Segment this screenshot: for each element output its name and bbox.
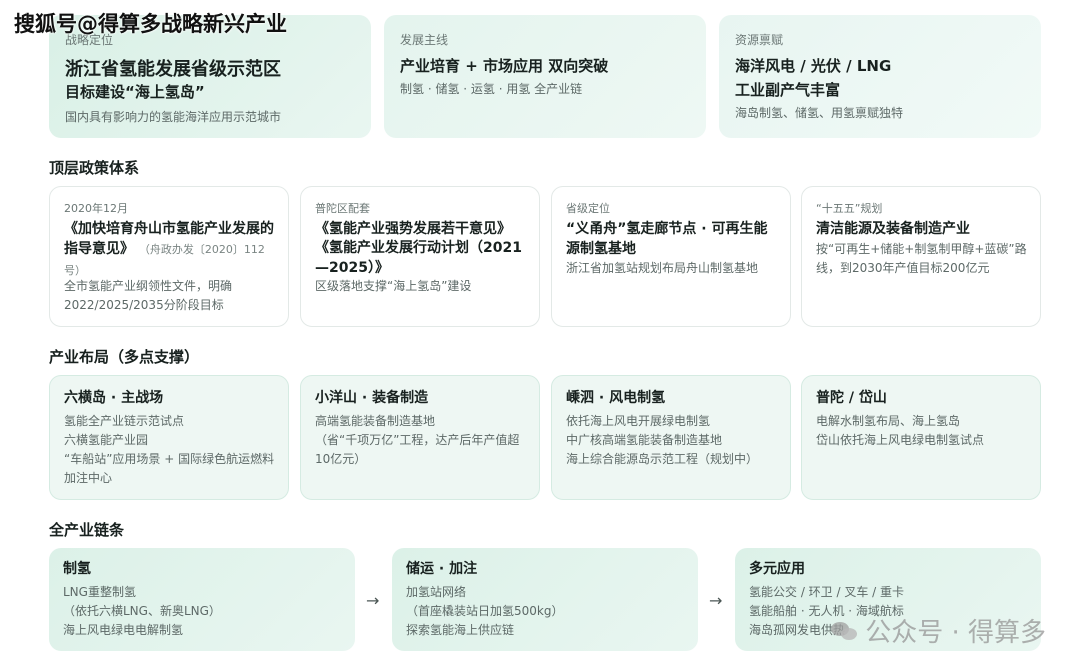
card-desc-1: 浙江省加氢站规划布局舟山制氢基地	[566, 261, 759, 275]
card-label: 资源禀赋	[735, 33, 784, 47]
card-line-1: 氢能公交 / 环卫 / 叉车 / 重卡	[749, 585, 905, 599]
card-title: 六横岛 · 主战场	[64, 390, 164, 406]
card-line-2: 六横氢能产业园	[64, 433, 149, 447]
policy-card-15th: “十五五”规划 清洁能源及装备制造产业 按“可再生+储能+制氢制甲醇+蓝碳”路 …	[801, 186, 1041, 327]
chain-card-storage: 储运 · 加注 加氢站网络 （首座橇装站日加氢500kg） 探索氢能海上供应链	[392, 548, 698, 651]
card-label: 省级定位	[566, 202, 610, 215]
card-title: 多元应用	[749, 561, 805, 577]
card-subtitle: 目标建设“海上氢岛”	[65, 83, 205, 101]
chain-card-production: 制氢 LNG重整制氢 （依托六横LNG、新奥LNG） 海上风电绿电电解制氢	[49, 548, 355, 651]
card-label: 普陀区配套	[315, 202, 370, 215]
card-line-2: 中广核高端氢能装备制造基地	[566, 433, 723, 447]
card-line-3: 海上风电绿电电解制氢	[63, 623, 184, 637]
card-line-4: 加注中心	[64, 471, 113, 485]
wechat-icon	[831, 620, 859, 642]
card-line-3: 探索氢能海上供应链	[406, 623, 515, 637]
card-line-1: 依托海上风电开展绿电制氢	[566, 414, 711, 428]
policy-card-putuo: 普陀区配套 《氢能产业强势发展若干意见》 《氢能产业发展行动计划（2021—20…	[300, 186, 540, 327]
card-title: 清洁能源及装备制造产业	[816, 221, 970, 237]
watermark-top: 搜狐号@得算多战略新兴产业	[14, 12, 287, 36]
layout-card-shengsi: 嵊泗 · 风电制氢 依托海上风电开展绿电制氢 中广核高端氢能装备制造基地 海上综…	[551, 375, 791, 500]
card-title: 海洋风电 / 光伏 / LNG	[735, 57, 892, 75]
section-heading-layout: 产业布局（多点支撑）	[49, 348, 200, 366]
policy-card-2020: 2020年12月 《加快培育舟山市氢能产业发展的指导意见》 （舟政办发〔2020…	[49, 186, 289, 327]
card-line-1: LNG重整制氢	[63, 585, 136, 599]
card-desc: 制氢 · 储氢 · 运氢 · 用氢 全产业链	[400, 82, 583, 96]
chain-arrow-2: →	[709, 591, 723, 610]
section-heading-policy: 顶层政策体系	[49, 159, 140, 177]
section-heading-chain: 全产业链条	[49, 521, 125, 539]
card-title-1: 《氢能产业强势发展若干意见》	[315, 221, 511, 237]
card-desc-2: 线，到2030年产值目标200亿元	[816, 261, 990, 275]
card-title: 《加快培育舟山市氢能产业发展的指导意见》 （舟政办发〔2020〕112号）	[64, 219, 278, 281]
card-title: 产业培育 + 市场应用 双向突破	[400, 57, 609, 75]
card-line-2: （首座橇装站日加氢500kg）	[406, 604, 564, 618]
chain-arrow-1: →	[366, 591, 380, 610]
card-title: 普陀 / 岱山	[816, 390, 887, 406]
policy-card-province: 省级定位 “义甬舟”氢走廊节点 · 可再生能源制氢基地 浙江省加氢站规划布局舟山…	[551, 186, 791, 327]
card-line-2: 岱山依托海上风电绿电制氢试点	[816, 433, 985, 447]
card-line-3: 10亿元）	[315, 452, 367, 466]
top-card-mainline: 发展主线 产业培育 + 市场应用 双向突破 制氢 · 储氢 · 运氢 · 用氢 …	[384, 15, 706, 138]
card-title: 嵊泗 · 风电制氢	[566, 390, 666, 406]
card-label: 发展主线	[400, 33, 449, 47]
card-line-1: 加氢站网络	[406, 585, 467, 599]
card-subtitle: 工业副产气丰富	[735, 81, 841, 99]
card-line-1: 氢能全产业链示范试点	[64, 414, 185, 428]
layout-card-xiaoyangshan: 小洋山 · 装备制造 高端氢能装备制造基地 （省“千项万亿”工程，达产后年产值超…	[300, 375, 540, 500]
card-line-1: 高端氢能装备制造基地	[315, 414, 436, 428]
card-line-1: 电解水制氢布局、海上氢岛	[816, 414, 961, 428]
card-title: 制氢	[63, 561, 91, 577]
card-label: “十五五”规划	[816, 202, 883, 215]
card-desc-1: 全市氢能产业纲领性文件，明确	[64, 279, 233, 293]
layout-card-putuo-daishan: 普陀 / 岱山 电解水制氢布局、海上氢岛 岱山依托海上风电绿电制氢试点	[801, 375, 1041, 500]
top-card-resources: 资源禀赋 海洋风电 / 光伏 / LNG 工业副产气丰富 海岛制氢、储氢、用氢禀…	[719, 15, 1041, 138]
card-title: “义甬舟”氢走廊节点 · 可再生能源制氢基地	[566, 221, 768, 257]
card-desc: 国内具有影响力的氢能海洋应用示范城市	[65, 110, 282, 124]
card-desc-1: 按“可再生+储能+制氢制甲醇+蓝碳”路	[816, 242, 1027, 256]
card-desc-2: 2022/2025/2035分阶段目标	[64, 298, 224, 312]
card-line-2: （依托六横LNG、新奥LNG）	[63, 604, 221, 618]
card-title: 储运 · 加注	[406, 561, 478, 577]
watermark-bottom: 公众号 · 得算多	[831, 612, 1046, 649]
watermark-bottom-text: 公众号 · 得算多	[865, 618, 1046, 648]
card-desc: 海岛制氢、储氢、用氢禀赋独特	[735, 106, 904, 120]
card-title: 浙江省氢能发展省级示范区	[65, 59, 281, 80]
card-line-2: （省“千项万亿”工程，达产后年产值超	[315, 433, 520, 447]
card-label: 2020年12月	[64, 202, 128, 215]
card-line-3: 海上综合能源岛示范工程（规划中）	[566, 452, 759, 466]
layout-card-liuheng: 六横岛 · 主战场 氢能全产业链示范试点 六横氢能产业园 “车船站”应用场景 +…	[49, 375, 289, 500]
card-line-3: “车船站”应用场景 + 国际绿色航运燃料	[64, 452, 275, 466]
card-title-2: 《氢能产业发展行动计划（2021—2025）》	[315, 240, 522, 276]
card-title: 小洋山 · 装备制造	[315, 390, 429, 406]
card-desc-1: 区级落地支撑“海上氢岛”建设	[315, 279, 472, 293]
